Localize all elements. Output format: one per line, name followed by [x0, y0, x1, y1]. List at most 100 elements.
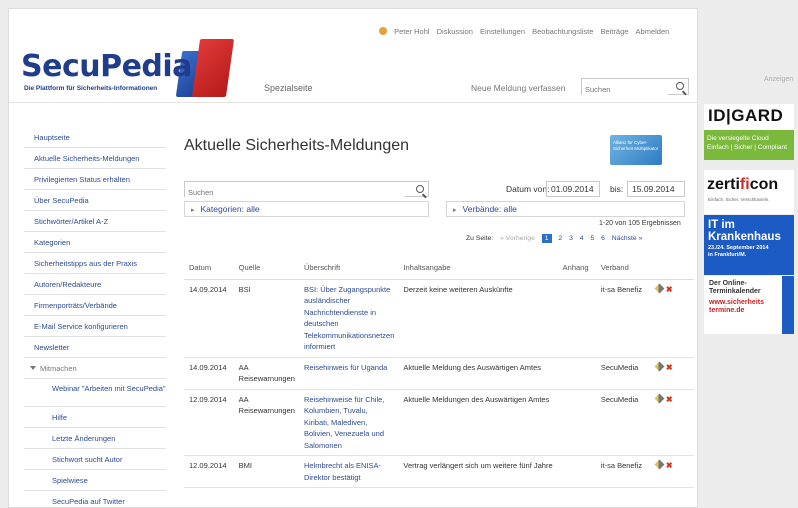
cell-attachment [557, 357, 596, 390]
krankenhaus-date: 23./24. September 2014 [708, 245, 769, 251]
ads-label: Anzeigen [764, 76, 794, 83]
sidebar-item-twitter[interactable]: SecuPedia auf Twitter [24, 491, 166, 507]
delete-icon[interactable]: ✖ [666, 394, 673, 406]
cell-headline-link[interactable]: Helmbrecht als ENISA-Direktor bestätigt [298, 455, 399, 488]
pager-page[interactable]: 2 [558, 235, 562, 242]
sidebar-item-meldungen[interactable]: Aktuelle Sicherheits-Meldungen [24, 148, 166, 169]
table-row: 12.09.2014 AA Reisewarnungen Reisehinwei… [184, 389, 694, 456]
discussion-link[interactable]: Diskussion [437, 27, 473, 36]
search-icon[interactable] [416, 185, 424, 193]
cell-summary: Vertrag verlängert sich um weitere fünf … [398, 455, 558, 488]
page-frame: SecuPedia Die Plattform für Sicherheits-… [8, 8, 698, 508]
idgard-logo: ID|GARD [708, 106, 784, 125]
edit-icon[interactable] [654, 393, 665, 403]
date-from-field[interactable]: 01.09.2014 [546, 181, 600, 197]
cell-headline-link[interactable]: Reisehinweis für Uganda [298, 357, 399, 390]
cell-source: BMI [233, 455, 299, 488]
ad-idgard[interactable]: ID|GARD Die versiegelte Cloud Einfach | … [704, 104, 794, 160]
cell-actions: ✖ [650, 389, 694, 456]
sidebar-item-tips[interactable]: Sicherheitstipps aus der Praxis [24, 253, 166, 274]
sidebar-item-categories[interactable]: Kategorien [24, 232, 166, 253]
report-search-input[interactable] [185, 185, 405, 200]
sidebar-item-authors[interactable]: Autoren/Redakteure [24, 274, 166, 295]
zertificon-slogan: Einfach. Sicher. Verschlüsseln. [708, 197, 770, 202]
sidebar-item-about[interactable]: Über SecuPedia [24, 190, 166, 211]
column-header-source[interactable]: Quelle [233, 257, 299, 280]
sidebar-item-webinar[interactable]: Webinar "Arbeiten mit SecuPedia" [24, 379, 166, 407]
krankenhaus-headline: IT im Krankenhaus [708, 219, 781, 243]
sidebar-section-mitmachen[interactable]: Mitmachen [24, 358, 166, 379]
sidebar-item-hauptseite[interactable]: Hauptseite [24, 127, 166, 148]
table-row: 14.09.2014 BSI BSI: Über Zugangspunkte a… [184, 279, 694, 358]
page-type-label: Spezialseite [264, 83, 313, 93]
top-header: SecuPedia Die Plattform für Sicherheits-… [9, 9, 697, 103]
cell-headline-link[interactable]: Reisehinweise für Chile, Kolumbien, Tuva… [298, 389, 399, 456]
cell-date: 12.09.2014 [184, 455, 234, 488]
ad-zertificon[interactable]: zertificon Einfach. Sicher. Verschlüssel… [704, 170, 794, 214]
date-to-field[interactable]: 15.09.2014 [627, 181, 685, 197]
cell-date: 14.09.2014 [184, 279, 234, 358]
chevron-down-icon [30, 366, 36, 370]
user-navigation: Peter Hohl Diskussion Einstellungen Beob… [379, 27, 669, 36]
pager-page-current[interactable]: 1 [541, 234, 552, 243]
delete-icon[interactable]: ✖ [666, 284, 673, 296]
new-report-link[interactable]: Neue Meldung verfassen [471, 83, 566, 93]
cell-headline-link[interactable]: BSI: Über Zugangspunkte ausländischer Na… [298, 279, 399, 358]
logo-flag-red [191, 39, 235, 97]
column-header-actions [650, 257, 694, 280]
header-search-input[interactable] [582, 82, 668, 97]
cell-summary: Aktuelle Meldung des Auswärtigen Amtes [398, 357, 558, 390]
cell-date: 14.09.2014 [184, 357, 234, 390]
sidebar-item-newsletter[interactable]: Newsletter [24, 337, 166, 358]
sidebar-item-keywords[interactable]: Stichwörter/Artikel A-Z [24, 211, 166, 232]
edit-icon[interactable] [654, 459, 665, 470]
delete-icon[interactable]: ✖ [666, 362, 673, 374]
pager-prev[interactable]: « Vorherige [500, 235, 535, 242]
cell-association: SecuMedia [595, 389, 651, 456]
user-link[interactable]: Peter Hohl [394, 27, 429, 36]
logo-wordmark: SecuPedia [21, 49, 192, 84]
header-search [581, 78, 689, 97]
pager-page[interactable]: 4 [580, 235, 584, 242]
sidebar-item-email[interactable]: E-Mail Service konfigurieren [24, 316, 166, 337]
pager-page[interactable]: 5 [590, 235, 594, 242]
cell-date: 12.09.2014 [184, 389, 234, 456]
column-header-headline[interactable]: Überschrift [298, 257, 399, 280]
sidebar-item-companies[interactable]: Firmenporträts/Verbände [24, 295, 166, 316]
column-header-summary[interactable]: Inhaltsangabe [398, 257, 558, 280]
sidebar-item-keyword-author[interactable]: Stichwort sucht Autor [24, 449, 166, 470]
cell-summary: Derzeit keine weiteren Auskünfte [398, 279, 558, 358]
sidebar-item-help[interactable]: Hilfe [24, 407, 166, 428]
column-header-date[interactable]: Datum [184, 257, 234, 280]
sidebar-item-sandbox[interactable]: Spielwiese [24, 470, 166, 491]
sidebar-item-status[interactable]: Privilegierten Status erhalten [24, 169, 166, 190]
logout-link[interactable]: Abmelden [636, 27, 670, 36]
categories-filter-label: Kategorien: alle [200, 204, 260, 214]
categories-filter[interactable]: ▸ Kategorien: alle [184, 201, 429, 217]
edit-icon[interactable] [654, 283, 665, 293]
idgard-banner: Die versiegelte Cloud Einfach | Sicher |… [704, 130, 794, 160]
pager-page[interactable]: 3 [569, 235, 573, 242]
termine-side-bar [782, 276, 794, 334]
ad-it-krankenhaus[interactable]: IT im Krankenhaus 23./24. September 2014… [704, 215, 794, 275]
krankenhaus-place: in Frankfurt/M. [708, 252, 747, 258]
cell-association: SecuMedia [595, 357, 651, 390]
settings-link[interactable]: Einstellungen [480, 27, 525, 36]
column-header-attachment[interactable]: Anhang [557, 257, 596, 280]
alliance-badge[interactable]: Allianz für Cyber-Sicherheit Multiplikat… [610, 135, 662, 165]
associations-filter[interactable]: ▸ Verbände: alle [446, 201, 685, 217]
contributions-link[interactable]: Beiträge [601, 27, 629, 36]
ad-sicherheitstermine[interactable]: Der Online- Terminkalender www.sicherhei… [704, 276, 794, 334]
secupedia-logo[interactable]: SecuPedia Die Plattform für Sicherheits-… [21, 39, 251, 101]
search-icon[interactable] [676, 82, 684, 90]
column-header-association[interactable]: Verband [595, 257, 651, 280]
edit-icon[interactable] [654, 361, 665, 371]
zertificon-logo: zertificon [707, 176, 778, 194]
sidebar-item-recent-changes[interactable]: Letzte Änderungen [24, 428, 166, 449]
delete-icon[interactable]: ✖ [666, 460, 673, 472]
watchlist-link[interactable]: Beobachtungsliste [532, 27, 593, 36]
pager-next[interactable]: Nächste » [612, 235, 643, 242]
zertificon-part-c: con [749, 176, 779, 193]
pager-page[interactable]: 6 [601, 235, 605, 242]
cell-source: AA Reisewarnungen [233, 357, 299, 390]
